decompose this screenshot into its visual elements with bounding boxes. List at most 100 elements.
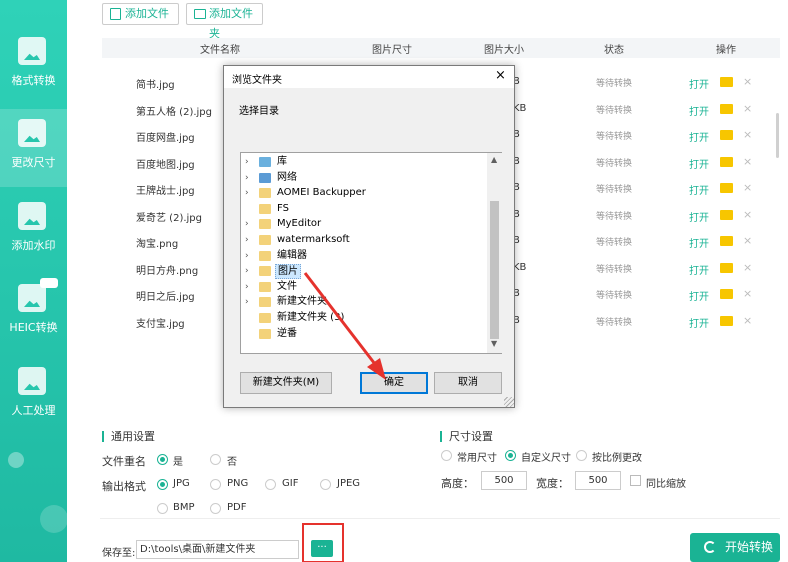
scroll-thumb[interactable]: [490, 201, 499, 339]
chevron-right-icon[interactable]: ›: [245, 173, 249, 183]
delete-icon[interactable]: ×: [743, 75, 752, 88]
open-link[interactable]: 打开: [689, 209, 709, 224]
format-png-label: PNG: [227, 478, 249, 489]
close-icon[interactable]: ×: [495, 68, 506, 83]
rename-yes-radio[interactable]: [157, 454, 168, 465]
open-link[interactable]: 打开: [689, 76, 709, 91]
file-status: 等待转换: [596, 264, 633, 275]
folder-icon[interactable]: [720, 183, 733, 193]
delete-icon[interactable]: ×: [743, 128, 752, 141]
folder-icon[interactable]: [720, 262, 733, 273]
browse-folder-dialog: 浏览文件夹 × 选择目录 › 库 › 网络 › AOMEI Backupper FS › MyE…: [223, 65, 515, 408]
tree-scrollbar[interactable]: ▲ ▼: [487, 153, 502, 353]
file-size: KB: [513, 261, 527, 273]
tree-item[interactable]: › MyEditor: [241, 217, 486, 232]
open-link[interactable]: 打开: [689, 103, 709, 118]
chevron-right-icon[interactable]: ›: [245, 282, 249, 292]
folder-icon[interactable]: [720, 103, 733, 114]
chevron-right-icon[interactable]: ›: [245, 219, 249, 229]
chevron-right-icon[interactable]: ›: [245, 297, 249, 307]
format-jpeg-radio[interactable]: [320, 479, 331, 490]
chevron-right-icon[interactable]: ›: [245, 157, 249, 167]
file-status: 等待转换: [596, 105, 633, 116]
format-pdf-radio[interactable]: [210, 503, 221, 514]
width-input[interactable]: 500: [575, 471, 621, 490]
sidebar-item-label: HEIC转换: [9, 321, 58, 334]
delete-icon[interactable]: ×: [743, 181, 752, 194]
folder-tree[interactable]: › 库 › 网络 › AOMEI Backupper FS › MyEditor › waterma…: [240, 152, 502, 354]
folder-icon[interactable]: [720, 156, 733, 167]
open-link[interactable]: 打开: [689, 315, 709, 330]
chevron-right-icon[interactable]: ›: [245, 251, 249, 261]
tree-item[interactable]: › 网络: [241, 171, 486, 186]
sidebar-item-watermark[interactable]: 添加水印: [0, 192, 67, 270]
tree-item[interactable]: › AOMEI Backupper: [241, 186, 486, 201]
add-file-button[interactable]: 添加文件: [102, 3, 179, 25]
open-link[interactable]: 打开: [689, 129, 709, 144]
scroll-down-icon[interactable]: ▼: [491, 339, 497, 348]
col-header-size: 图片大小: [484, 45, 524, 56]
resize-grip[interactable]: [504, 397, 514, 407]
folder-icon[interactable]: [720, 289, 733, 299]
cancel-button[interactable]: 取消: [434, 372, 502, 394]
tree-item-label: 逆番: [277, 327, 297, 339]
star-image-icon: [18, 367, 46, 395]
open-link[interactable]: 打开: [689, 182, 709, 197]
height-label: 高度：: [441, 477, 474, 490]
delete-icon[interactable]: ×: [743, 208, 752, 221]
format-gif-radio[interactable]: [265, 479, 276, 490]
scroll-up-icon[interactable]: ▲: [491, 155, 497, 164]
open-link[interactable]: 打开: [689, 288, 709, 303]
proportional-checkbox[interactable]: [630, 475, 641, 486]
tree-item[interactable]: › 图片: [241, 264, 486, 280]
tree-item[interactable]: 逆番: [241, 327, 486, 342]
rename-no-radio[interactable]: [210, 454, 221, 465]
width-label: 宽度：: [536, 477, 569, 490]
delete-icon[interactable]: ×: [743, 155, 752, 168]
tree-item[interactable]: FS: [241, 202, 486, 217]
delete-icon[interactable]: ×: [743, 314, 752, 327]
tree-item[interactable]: › 新建文件夹: [241, 295, 486, 310]
tree-item-label: 编辑器: [277, 249, 307, 261]
open-link[interactable]: 打开: [689, 235, 709, 250]
sidebar-item-manual[interactable]: 人工处理: [0, 357, 67, 435]
delete-icon[interactable]: ×: [743, 102, 752, 115]
folder-icon[interactable]: [720, 315, 733, 326]
ok-button[interactable]: 确定: [360, 372, 428, 394]
folder-icon[interactable]: [720, 77, 733, 87]
size-common-radio[interactable]: [441, 450, 452, 461]
file-name: 简书.jpg: [136, 80, 175, 91]
delete-icon[interactable]: ×: [743, 234, 752, 247]
tree-item[interactable]: 新建文件夹 (3): [241, 311, 486, 326]
file-status: 等待转换: [596, 79, 633, 89]
add-folder-button[interactable]: 添加文件夹: [186, 3, 263, 40]
table-scrollbar[interactable]: [776, 113, 779, 158]
tree-item[interactable]: › watermarksoft: [241, 233, 486, 248]
format-bmp-label: BMP: [173, 502, 195, 513]
tree-item[interactable]: › 文件: [241, 280, 486, 295]
new-folder-button[interactable]: 新建文件夹(M): [240, 372, 332, 394]
height-input[interactable]: 500: [481, 471, 527, 490]
chevron-right-icon[interactable]: ›: [245, 235, 249, 245]
start-convert-button[interactable]: 开始转换: [690, 533, 780, 562]
delete-icon[interactable]: ×: [743, 261, 752, 274]
open-link[interactable]: 打开: [689, 156, 709, 171]
open-link[interactable]: 打开: [689, 262, 709, 277]
format-png-radio[interactable]: [210, 479, 221, 490]
folder-icon[interactable]: [720, 209, 733, 220]
delete-icon[interactable]: ×: [743, 287, 752, 300]
sidebar-item-resize[interactable]: 更改尺寸: [0, 109, 67, 187]
tree-item[interactable]: › 库: [241, 155, 486, 170]
format-bmp-radio[interactable]: [157, 503, 168, 514]
folder-icon[interactable]: [720, 236, 733, 246]
size-custom-radio[interactable]: [505, 450, 516, 461]
save-path-input[interactable]: D:\tools\桌面\新建文件夹: [136, 540, 299, 559]
chevron-right-icon[interactable]: ›: [245, 266, 249, 276]
size-ratio-radio[interactable]: [576, 450, 587, 461]
format-jpg-radio[interactable]: [157, 479, 168, 490]
folder-icon[interactable]: [720, 130, 733, 140]
sidebar-item-format-convert[interactable]: 格式转换: [0, 27, 67, 105]
chevron-right-icon[interactable]: ›: [245, 188, 249, 198]
tree-item[interactable]: › 编辑器: [241, 249, 486, 264]
sidebar-item-heic[interactable]: HEIC转换: [0, 274, 67, 352]
